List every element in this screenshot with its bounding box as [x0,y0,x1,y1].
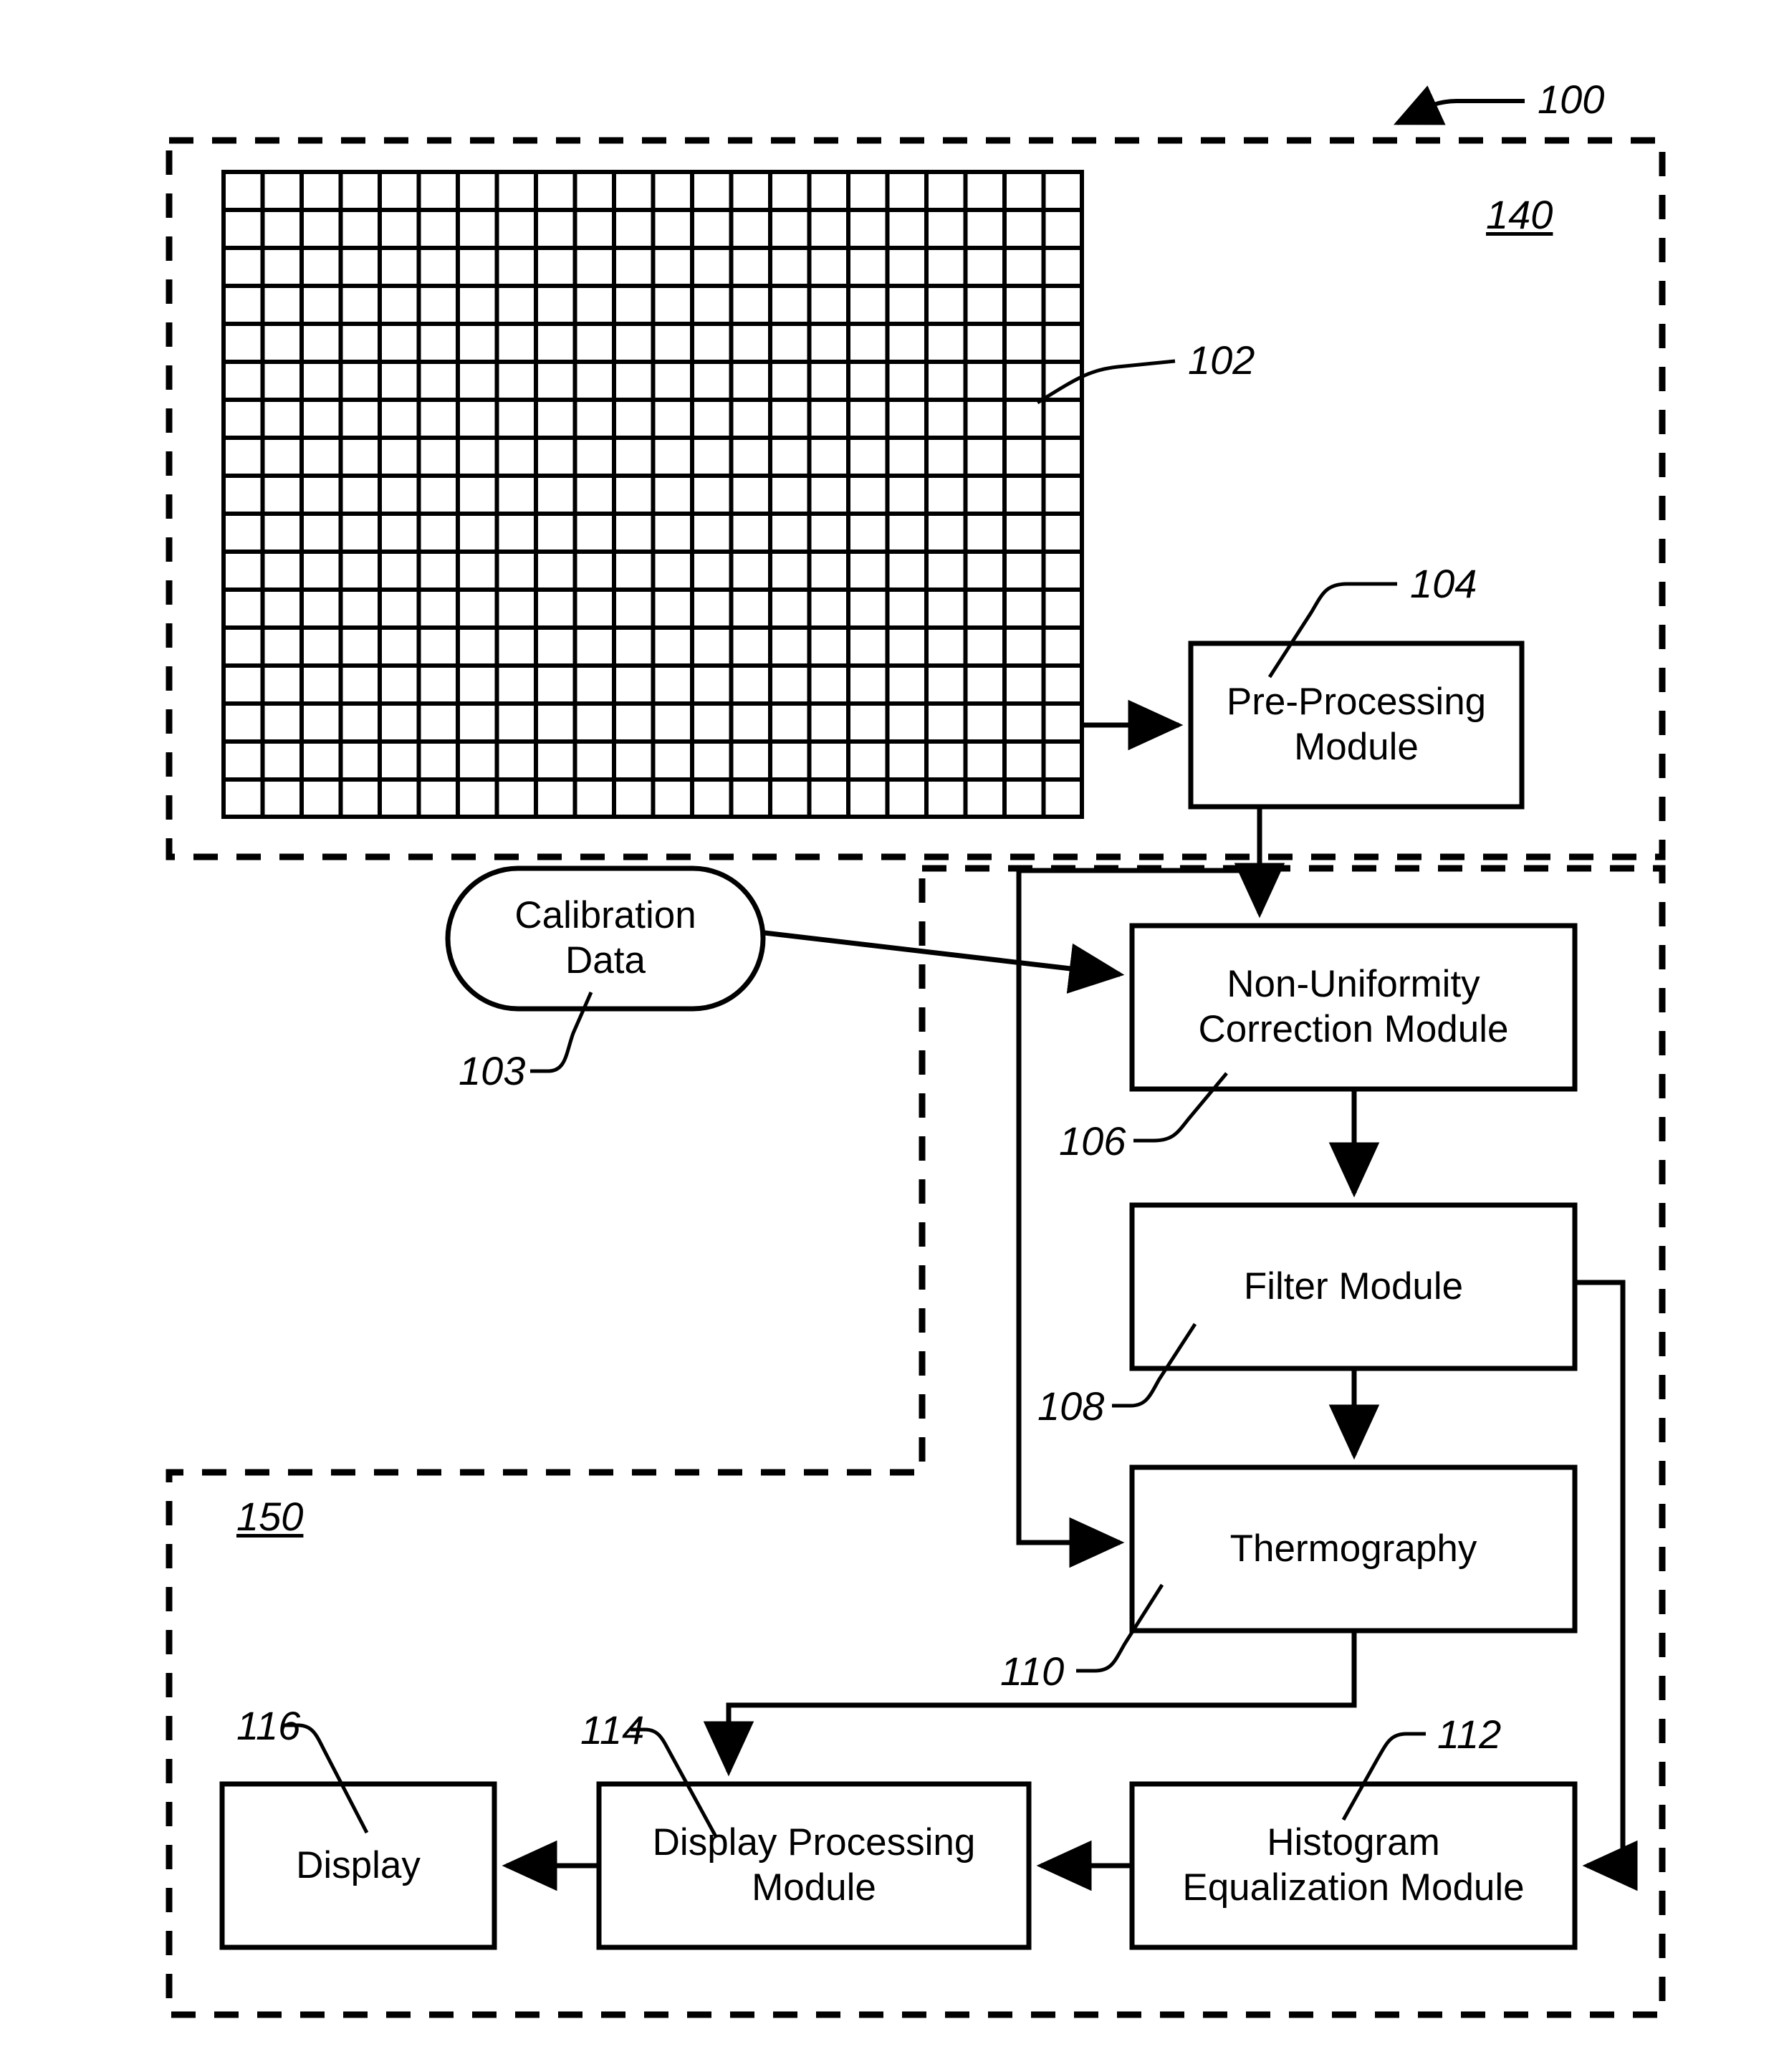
node-box-histogram-equalization [1129,1781,1578,1950]
figure-canvas: Pre-Processing Module Non-Uniformity Cor… [0,0,1774,2072]
node-box-pre-processing [1188,641,1525,810]
ref-numeral-116: 116 [236,1703,301,1748]
node-shape-calibration-data [445,865,766,1012]
ref-numeral-104: 104 [1410,561,1477,606]
ref-numeral-106: 106 [1059,1118,1126,1164]
ref-numeral-112: 112 [1437,1712,1502,1757]
edge-filter-to-histogram [1576,1280,1638,1891]
diagram-vector-layer [166,85,1666,2018]
edge-calibration-to-nuc [764,930,1125,994]
node-box-nuc [1129,923,1578,1092]
ref-numeral-108: 108 [1037,1383,1105,1429]
node-box-filter [1129,1202,1578,1371]
ref-numeral-100: 100 [1538,77,1605,122]
focal-plane-array-grid [221,170,1084,819]
ref-numeral-103: 103 [459,1048,526,1093]
ref-numeral-150: 150 [236,1494,304,1539]
node-box-thermography [1129,1464,1578,1634]
node-box-display [219,1781,497,1950]
leader-line-100 [1393,85,1525,125]
node-box-display-processing [596,1781,1032,1950]
ref-numeral-102: 102 [1188,337,1255,383]
ref-numeral-114: 114 [580,1707,645,1752]
ref-numeral-110: 110 [1000,1649,1065,1694]
ref-numeral-140: 140 [1486,192,1553,237]
